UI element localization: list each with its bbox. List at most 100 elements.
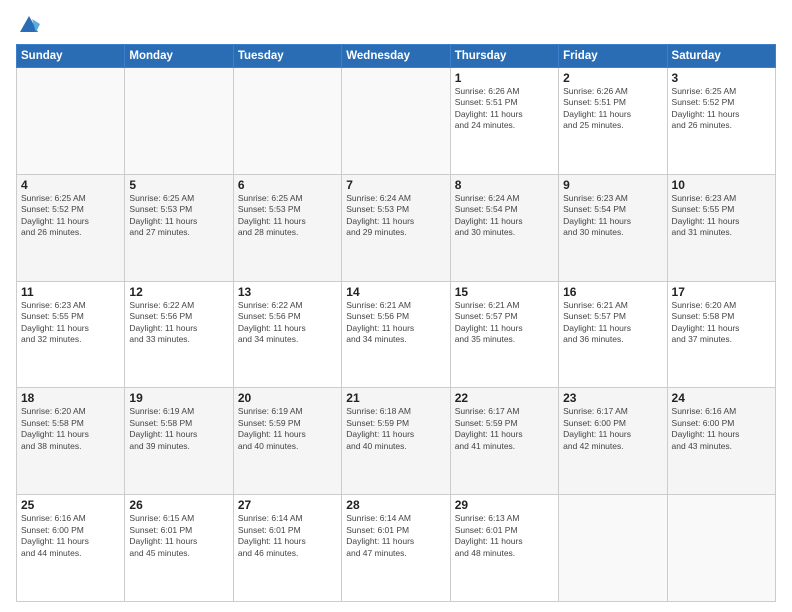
day-info: Sunrise: 6:26 AM Sunset: 5:51 PM Dayligh… xyxy=(455,86,554,132)
day-number: 26 xyxy=(129,498,228,512)
calendar-cell: 1Sunrise: 6:26 AM Sunset: 5:51 PM Daylig… xyxy=(450,68,558,175)
logo xyxy=(16,14,40,36)
calendar-day-header: Friday xyxy=(559,45,667,68)
calendar-cell xyxy=(125,68,233,175)
page: SundayMondayTuesdayWednesdayThursdayFrid… xyxy=(0,0,792,612)
day-info: Sunrise: 6:21 AM Sunset: 5:57 PM Dayligh… xyxy=(563,300,662,346)
day-number: 2 xyxy=(563,71,662,85)
calendar-week-row: 18Sunrise: 6:20 AM Sunset: 5:58 PM Dayli… xyxy=(17,388,776,495)
day-number: 1 xyxy=(455,71,554,85)
header xyxy=(16,14,776,36)
day-number: 17 xyxy=(672,285,771,299)
calendar-cell: 8Sunrise: 6:24 AM Sunset: 5:54 PM Daylig… xyxy=(450,174,558,281)
calendar-cell: 17Sunrise: 6:20 AM Sunset: 5:58 PM Dayli… xyxy=(667,281,775,388)
day-number: 28 xyxy=(346,498,445,512)
day-number: 23 xyxy=(563,391,662,405)
calendar-cell: 29Sunrise: 6:13 AM Sunset: 6:01 PM Dayli… xyxy=(450,495,558,602)
calendar-cell: 20Sunrise: 6:19 AM Sunset: 5:59 PM Dayli… xyxy=(233,388,341,495)
day-info: Sunrise: 6:25 AM Sunset: 5:52 PM Dayligh… xyxy=(21,193,120,239)
day-info: Sunrise: 6:16 AM Sunset: 6:00 PM Dayligh… xyxy=(21,513,120,559)
calendar-cell: 23Sunrise: 6:17 AM Sunset: 6:00 PM Dayli… xyxy=(559,388,667,495)
day-info: Sunrise: 6:23 AM Sunset: 5:55 PM Dayligh… xyxy=(21,300,120,346)
calendar-cell: 5Sunrise: 6:25 AM Sunset: 5:53 PM Daylig… xyxy=(125,174,233,281)
calendar-cell: 13Sunrise: 6:22 AM Sunset: 5:56 PM Dayli… xyxy=(233,281,341,388)
day-number: 12 xyxy=(129,285,228,299)
day-number: 6 xyxy=(238,178,337,192)
day-info: Sunrise: 6:25 AM Sunset: 5:52 PM Dayligh… xyxy=(672,86,771,132)
calendar-cell: 12Sunrise: 6:22 AM Sunset: 5:56 PM Dayli… xyxy=(125,281,233,388)
calendar-cell: 9Sunrise: 6:23 AM Sunset: 5:54 PM Daylig… xyxy=(559,174,667,281)
calendar-week-row: 1Sunrise: 6:26 AM Sunset: 5:51 PM Daylig… xyxy=(17,68,776,175)
day-info: Sunrise: 6:13 AM Sunset: 6:01 PM Dayligh… xyxy=(455,513,554,559)
calendar-cell: 4Sunrise: 6:25 AM Sunset: 5:52 PM Daylig… xyxy=(17,174,125,281)
day-number: 22 xyxy=(455,391,554,405)
day-number: 19 xyxy=(129,391,228,405)
day-info: Sunrise: 6:17 AM Sunset: 6:00 PM Dayligh… xyxy=(563,406,662,452)
day-number: 13 xyxy=(238,285,337,299)
day-number: 15 xyxy=(455,285,554,299)
calendar-cell: 2Sunrise: 6:26 AM Sunset: 5:51 PM Daylig… xyxy=(559,68,667,175)
calendar-cell: 11Sunrise: 6:23 AM Sunset: 5:55 PM Dayli… xyxy=(17,281,125,388)
calendar-cell: 28Sunrise: 6:14 AM Sunset: 6:01 PM Dayli… xyxy=(342,495,450,602)
calendar-cell: 21Sunrise: 6:18 AM Sunset: 5:59 PM Dayli… xyxy=(342,388,450,495)
calendar-cell: 15Sunrise: 6:21 AM Sunset: 5:57 PM Dayli… xyxy=(450,281,558,388)
calendar-cell xyxy=(559,495,667,602)
calendar-day-header: Tuesday xyxy=(233,45,341,68)
calendar-cell: 19Sunrise: 6:19 AM Sunset: 5:58 PM Dayli… xyxy=(125,388,233,495)
calendar-day-header: Sunday xyxy=(17,45,125,68)
calendar-cell: 22Sunrise: 6:17 AM Sunset: 5:59 PM Dayli… xyxy=(450,388,558,495)
day-info: Sunrise: 6:23 AM Sunset: 5:54 PM Dayligh… xyxy=(563,193,662,239)
day-number: 18 xyxy=(21,391,120,405)
day-info: Sunrise: 6:15 AM Sunset: 6:01 PM Dayligh… xyxy=(129,513,228,559)
day-info: Sunrise: 6:22 AM Sunset: 5:56 PM Dayligh… xyxy=(238,300,337,346)
calendar-table: SundayMondayTuesdayWednesdayThursdayFrid… xyxy=(16,44,776,602)
calendar-cell: 10Sunrise: 6:23 AM Sunset: 5:55 PM Dayli… xyxy=(667,174,775,281)
day-number: 21 xyxy=(346,391,445,405)
calendar-cell: 18Sunrise: 6:20 AM Sunset: 5:58 PM Dayli… xyxy=(17,388,125,495)
calendar-cell: 27Sunrise: 6:14 AM Sunset: 6:01 PM Dayli… xyxy=(233,495,341,602)
calendar-cell: 3Sunrise: 6:25 AM Sunset: 5:52 PM Daylig… xyxy=(667,68,775,175)
calendar-cell xyxy=(17,68,125,175)
calendar-week-row: 11Sunrise: 6:23 AM Sunset: 5:55 PM Dayli… xyxy=(17,281,776,388)
day-info: Sunrise: 6:21 AM Sunset: 5:57 PM Dayligh… xyxy=(455,300,554,346)
day-number: 24 xyxy=(672,391,771,405)
day-number: 25 xyxy=(21,498,120,512)
day-number: 5 xyxy=(129,178,228,192)
day-info: Sunrise: 6:25 AM Sunset: 5:53 PM Dayligh… xyxy=(238,193,337,239)
day-info: Sunrise: 6:25 AM Sunset: 5:53 PM Dayligh… xyxy=(129,193,228,239)
day-number: 9 xyxy=(563,178,662,192)
day-info: Sunrise: 6:23 AM Sunset: 5:55 PM Dayligh… xyxy=(672,193,771,239)
calendar-header-row: SundayMondayTuesdayWednesdayThursdayFrid… xyxy=(17,45,776,68)
day-info: Sunrise: 6:16 AM Sunset: 6:00 PM Dayligh… xyxy=(672,406,771,452)
day-number: 27 xyxy=(238,498,337,512)
calendar-cell: 24Sunrise: 6:16 AM Sunset: 6:00 PM Dayli… xyxy=(667,388,775,495)
calendar-cell: 16Sunrise: 6:21 AM Sunset: 5:57 PM Dayli… xyxy=(559,281,667,388)
day-info: Sunrise: 6:19 AM Sunset: 5:58 PM Dayligh… xyxy=(129,406,228,452)
calendar-day-header: Monday xyxy=(125,45,233,68)
day-info: Sunrise: 6:20 AM Sunset: 5:58 PM Dayligh… xyxy=(672,300,771,346)
day-number: 20 xyxy=(238,391,337,405)
calendar-week-row: 4Sunrise: 6:25 AM Sunset: 5:52 PM Daylig… xyxy=(17,174,776,281)
day-number: 29 xyxy=(455,498,554,512)
day-info: Sunrise: 6:22 AM Sunset: 5:56 PM Dayligh… xyxy=(129,300,228,346)
day-number: 4 xyxy=(21,178,120,192)
day-number: 7 xyxy=(346,178,445,192)
day-info: Sunrise: 6:24 AM Sunset: 5:53 PM Dayligh… xyxy=(346,193,445,239)
calendar-week-row: 25Sunrise: 6:16 AM Sunset: 6:00 PM Dayli… xyxy=(17,495,776,602)
calendar-cell xyxy=(667,495,775,602)
calendar-cell: 14Sunrise: 6:21 AM Sunset: 5:56 PM Dayli… xyxy=(342,281,450,388)
day-info: Sunrise: 6:17 AM Sunset: 5:59 PM Dayligh… xyxy=(455,406,554,452)
logo-icon xyxy=(18,14,40,36)
calendar-cell: 7Sunrise: 6:24 AM Sunset: 5:53 PM Daylig… xyxy=(342,174,450,281)
calendar-cell xyxy=(342,68,450,175)
day-info: Sunrise: 6:24 AM Sunset: 5:54 PM Dayligh… xyxy=(455,193,554,239)
day-number: 10 xyxy=(672,178,771,192)
day-number: 14 xyxy=(346,285,445,299)
calendar-day-header: Saturday xyxy=(667,45,775,68)
day-info: Sunrise: 6:14 AM Sunset: 6:01 PM Dayligh… xyxy=(346,513,445,559)
day-info: Sunrise: 6:19 AM Sunset: 5:59 PM Dayligh… xyxy=(238,406,337,452)
day-number: 11 xyxy=(21,285,120,299)
day-number: 16 xyxy=(563,285,662,299)
calendar-cell: 25Sunrise: 6:16 AM Sunset: 6:00 PM Dayli… xyxy=(17,495,125,602)
calendar-cell: 26Sunrise: 6:15 AM Sunset: 6:01 PM Dayli… xyxy=(125,495,233,602)
